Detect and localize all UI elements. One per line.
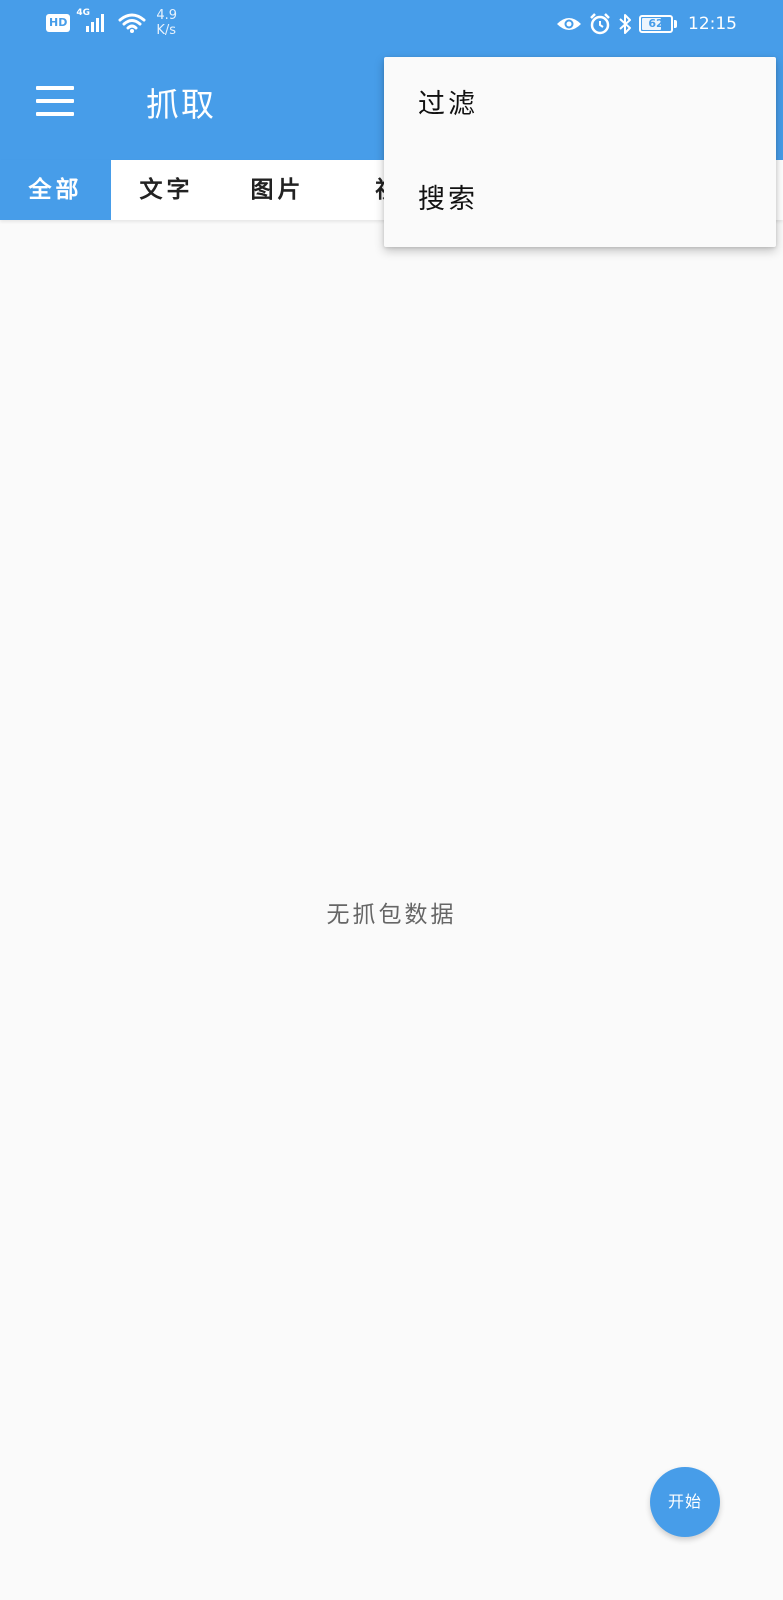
network-speed-value: 4.9 [156,8,178,23]
hd-badge: HD [46,14,71,32]
page-title: 抓取 [146,85,216,124]
status-bar: HD 4G 4.9 K/s 62 12:15 [0,0,783,48]
tab-all[interactable]: 全部 [0,160,111,220]
battery-tip [674,20,677,28]
network-speed-unit: K/s [156,23,177,38]
tab-text[interactable]: 文字 [111,160,222,220]
network-speed: 4.9 K/s [156,8,177,38]
battery-level: 62 [648,17,664,30]
menu-item-search[interactable]: 搜索 [384,152,776,247]
menu-item-filter[interactable]: 过滤 [384,57,776,152]
bluetooth-icon [619,14,631,34]
alarm-icon [590,13,610,35]
tab-images[interactable]: 图片 [222,160,333,220]
start-button[interactable]: 开始 [650,1467,720,1537]
clock: 12:15 [688,14,737,34]
overflow-menu: 过滤 搜索 [384,57,776,247]
status-bar-left: HD 4G 4.9 K/s [46,8,177,38]
status-bar-right: 62 12:15 [556,10,737,38]
cellular-signal-icon: 4G [76,8,108,32]
wifi-icon [118,13,146,33]
battery-icon: 62 [639,15,673,33]
hamburger-menu-icon[interactable] [36,86,74,116]
network-type-label: 4G [76,8,90,18]
empty-state-message: 无抓包数据 [326,902,457,928]
eye-icon [557,18,581,30]
